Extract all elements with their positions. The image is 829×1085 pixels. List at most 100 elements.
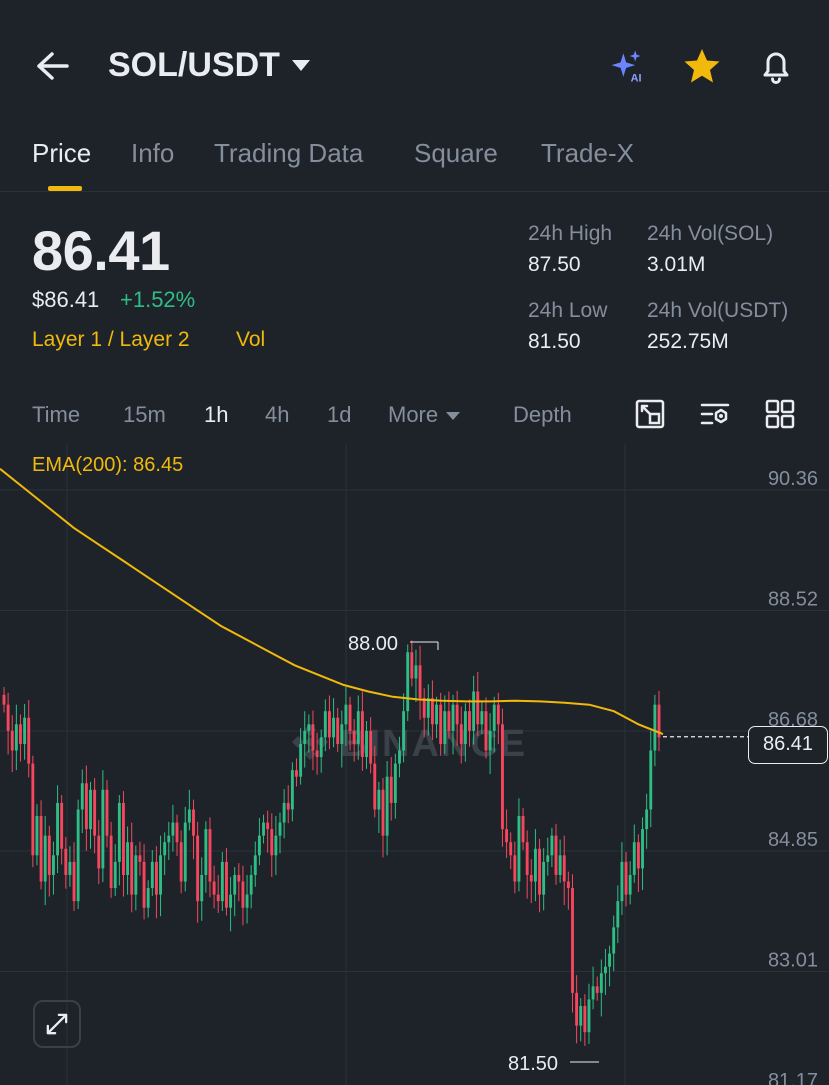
candle-body <box>266 822 270 830</box>
candle-body <box>624 861 628 895</box>
candle-body <box>430 698 434 725</box>
candle-body <box>554 835 558 875</box>
candle-body <box>344 704 348 725</box>
candle-body <box>636 842 640 869</box>
ai-sparkle-icon[interactable]: AI <box>607 46 647 86</box>
interval-15m[interactable]: 15m <box>123 402 166 428</box>
candle-body <box>122 802 125 875</box>
candle-body <box>579 1005 583 1026</box>
candle-body <box>410 652 414 679</box>
candle-body <box>327 711 331 738</box>
fullscreen-expand-icon[interactable] <box>33 1000 81 1048</box>
candle-body <box>476 691 480 725</box>
candle-body <box>463 711 467 744</box>
candle-body <box>216 894 220 902</box>
vol-tag[interactable]: Vol <box>236 328 265 352</box>
price-axis: 90.3688.5286.6884.8583.0181.17 <box>768 468 818 1085</box>
candle-body <box>19 724 22 744</box>
candle-body <box>377 789 381 810</box>
candle-body <box>229 894 233 908</box>
candle-body <box>39 816 43 882</box>
page-tabs: Price Info Trading Data Square Trade-X <box>0 130 829 192</box>
candle-body <box>257 835 261 856</box>
candle-body <box>443 711 447 744</box>
candle-body <box>142 861 146 908</box>
candle-body <box>47 835 51 875</box>
interval-1d[interactable]: 1d <box>327 402 351 428</box>
candle-body <box>340 724 344 744</box>
candle-body <box>529 874 533 882</box>
candle-body <box>237 874 241 882</box>
chart-canvas[interactable]: BINANCE 88.00 81.50 90.3688.5286.6884.85… <box>0 444 829 1085</box>
candle-body <box>208 829 212 882</box>
candle-body <box>562 855 566 882</box>
candle-body <box>492 704 496 731</box>
back-arrow-icon[interactable] <box>32 48 72 84</box>
candle-body <box>496 704 500 725</box>
candle-body <box>241 881 245 908</box>
candle-body <box>159 855 162 895</box>
candle-body <box>204 829 208 875</box>
price-axis-tick: 88.52 <box>768 589 818 611</box>
tab-trading-data[interactable]: Trading Data <box>214 138 363 169</box>
pair-selector[interactable]: SOL/USDT <box>108 46 310 85</box>
ai-badge: AI <box>631 72 642 84</box>
tab-square[interactable]: Square <box>414 138 498 169</box>
candle-body <box>612 927 616 954</box>
candle-body <box>356 711 360 744</box>
candle-body <box>653 704 657 751</box>
tab-info[interactable]: Info <box>131 138 174 169</box>
candle-body <box>336 717 340 744</box>
candle-body <box>179 842 183 882</box>
candle-body <box>97 835 101 869</box>
candle-body <box>56 802 59 856</box>
depth-tab[interactable]: Depth <box>513 402 572 428</box>
interval-time[interactable]: Time <box>32 402 80 428</box>
candle-body <box>225 861 228 908</box>
current-price-tag: 86.41 <box>748 726 828 764</box>
candle-body <box>249 874 253 895</box>
candle-body <box>220 861 224 902</box>
candle-body <box>303 730 307 744</box>
vol-sol-value: 3.01M <box>647 253 706 276</box>
candle-body <box>27 717 31 764</box>
candle-body <box>517 816 521 882</box>
candle-body <box>138 855 142 862</box>
interval-1h[interactable]: 1h <box>204 402 228 428</box>
candle-body <box>451 704 455 731</box>
grid-layout-icon[interactable] <box>764 398 796 430</box>
candle-body <box>270 829 274 856</box>
candle-body <box>200 874 204 902</box>
tab-trade-x[interactable]: Trade-X <box>541 138 634 169</box>
tab-active-indicator <box>48 186 82 191</box>
candle-body <box>323 711 327 738</box>
candle-body <box>253 855 257 875</box>
candle-body <box>365 730 368 758</box>
candle-body <box>406 652 410 712</box>
candle-body <box>414 665 418 679</box>
candle-body <box>645 809 649 830</box>
candle-body <box>171 822 175 836</box>
interval-4h[interactable]: 4h <box>265 402 289 428</box>
category-tag[interactable]: Layer 1 / Layer 2 <box>32 328 190 352</box>
candle-body <box>134 855 138 895</box>
more-caret-icon <box>446 412 461 421</box>
candle-body <box>620 861 624 902</box>
candle-body <box>348 704 352 731</box>
candle-body <box>389 776 393 803</box>
candle-body <box>130 842 134 895</box>
tab-price[interactable]: Price <box>32 138 91 169</box>
candle-body <box>35 816 39 856</box>
bell-icon[interactable] <box>756 46 796 86</box>
chart-type-icon[interactable] <box>634 398 666 430</box>
candle-body <box>6 704 10 731</box>
candlestick-chart[interactable]: BINANCE 88.00 81.50 90.36 88.52 86.68 84.85… <box>0 444 829 1085</box>
star-icon[interactable] <box>682 46 722 86</box>
indicator-settings-icon[interactable] <box>699 398 731 430</box>
candle-body <box>68 861 72 875</box>
interval-more[interactable]: More <box>388 402 461 428</box>
candle-body <box>599 973 603 993</box>
candle-body <box>402 711 406 751</box>
candle-body <box>426 698 430 718</box>
candle-body <box>245 894 249 908</box>
